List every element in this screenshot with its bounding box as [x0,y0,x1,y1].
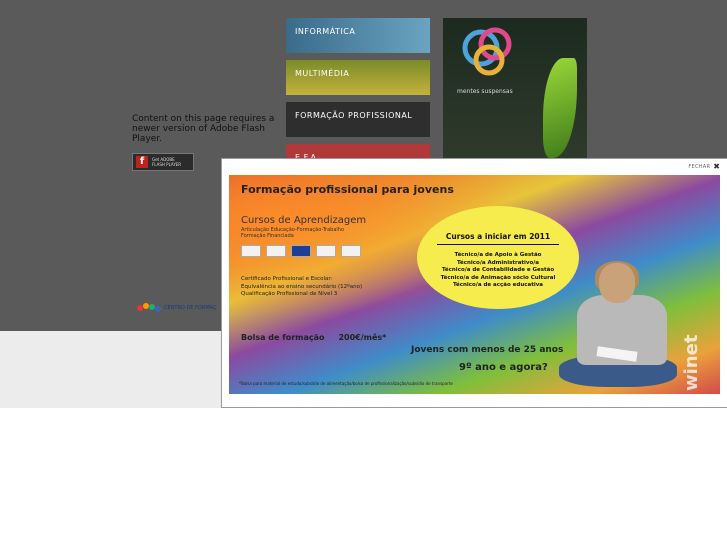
partner-logo-icon [266,245,286,257]
footnote: *Bolsa para material de estudo/subsídio … [239,381,453,386]
divider [437,244,559,245]
menu-item-formacao-profissional[interactable]: FORMAÇÃO PROFISSIONAL [286,102,430,137]
course-item: Técnico/a de Contabilidade e Gestão [441,267,555,273]
get-flash-player-button[interactable]: f Get ADOBE FLASH PLAYER [132,153,194,171]
vertical-brand-text: winet [681,334,702,391]
course-item: Técnico/a Administrativo/a [456,259,540,266]
flash-icon: f [136,156,148,168]
close-button[interactable]: FECHAR ✖ [688,163,720,171]
partner-logo-icon [316,245,336,257]
promo-banner[interactable]: Formação profissional para jovens Cursos… [229,175,720,394]
close-icon: ✖ [713,162,720,171]
courses-list: Técnico/a de Apoio à Gestão Técnico/a Ad… [417,252,579,290]
courses-oval: Cursos a iniciar em 2011 Técnico/a de Ap… [417,206,579,309]
eu-flag-icon [291,245,311,257]
close-label: FECHAR [688,164,711,170]
course-item: Técnico/a de Apoio à Gestão [454,252,542,258]
partner-logo-icon [241,245,261,257]
courses-title: Cursos a iniciar em 2011 [445,232,551,241]
page-lower-area [0,331,221,408]
student-image [559,261,679,394]
logo-text: CENTRO DE FORMAÇ [164,305,217,311]
menu-item-multimedia[interactable]: MULTIMÉDIA [286,60,430,95]
course-item: Técnico/a de acção educativa [452,282,544,288]
banner-title: Formação profissional para jovens [241,183,454,196]
certification-line: Equivalência ao ensino secundário (12ºan… [241,283,363,290]
flash-button-line2: FLASH PLAYER [152,162,182,167]
people-logo-icon [137,303,161,312]
banner-subtitle-small: Articulação Educação-Formação-Trabalho F… [241,227,345,239]
banner-subtitle: Cursos de Aprendizagem [241,215,367,226]
popup-modal: FECHAR ✖ Formação profissional para jove… [221,158,727,408]
menu-item-efa[interactable]: E.F.A [286,144,430,158]
bolsa-text: Bolsa de formação 200€/mês* [241,333,387,342]
certification-block: Certificado Profissional e Escolar: Equi… [241,276,391,299]
flash-notice: Content on this page requires a newer ve… [132,114,275,144]
background-menu: INFORMÁTICA MULTIMÉDIA FORMAÇÃO PROFISSI… [286,18,430,158]
certification-line: Qualificação Profissional de Nível 3 [241,291,338,297]
centro-logo: CENTRO DE FORMAÇ [136,300,226,314]
menu-item-informatica[interactable]: INFORMÁTICA [286,18,430,53]
course-item: Técnico/a de Animação sócio Cultural [440,274,556,281]
partner-logos [241,245,361,257]
brand-text: mentes suspensas [457,88,513,95]
question-text: 9º ano e agora? [459,362,548,373]
partner-logo-icon [341,245,361,257]
brand-panel: mentes suspensas [443,18,587,158]
age-text: Jovens com menos de 25 anos [411,345,564,355]
certification-line: Certificado Profissional e Escolar: [241,276,333,282]
